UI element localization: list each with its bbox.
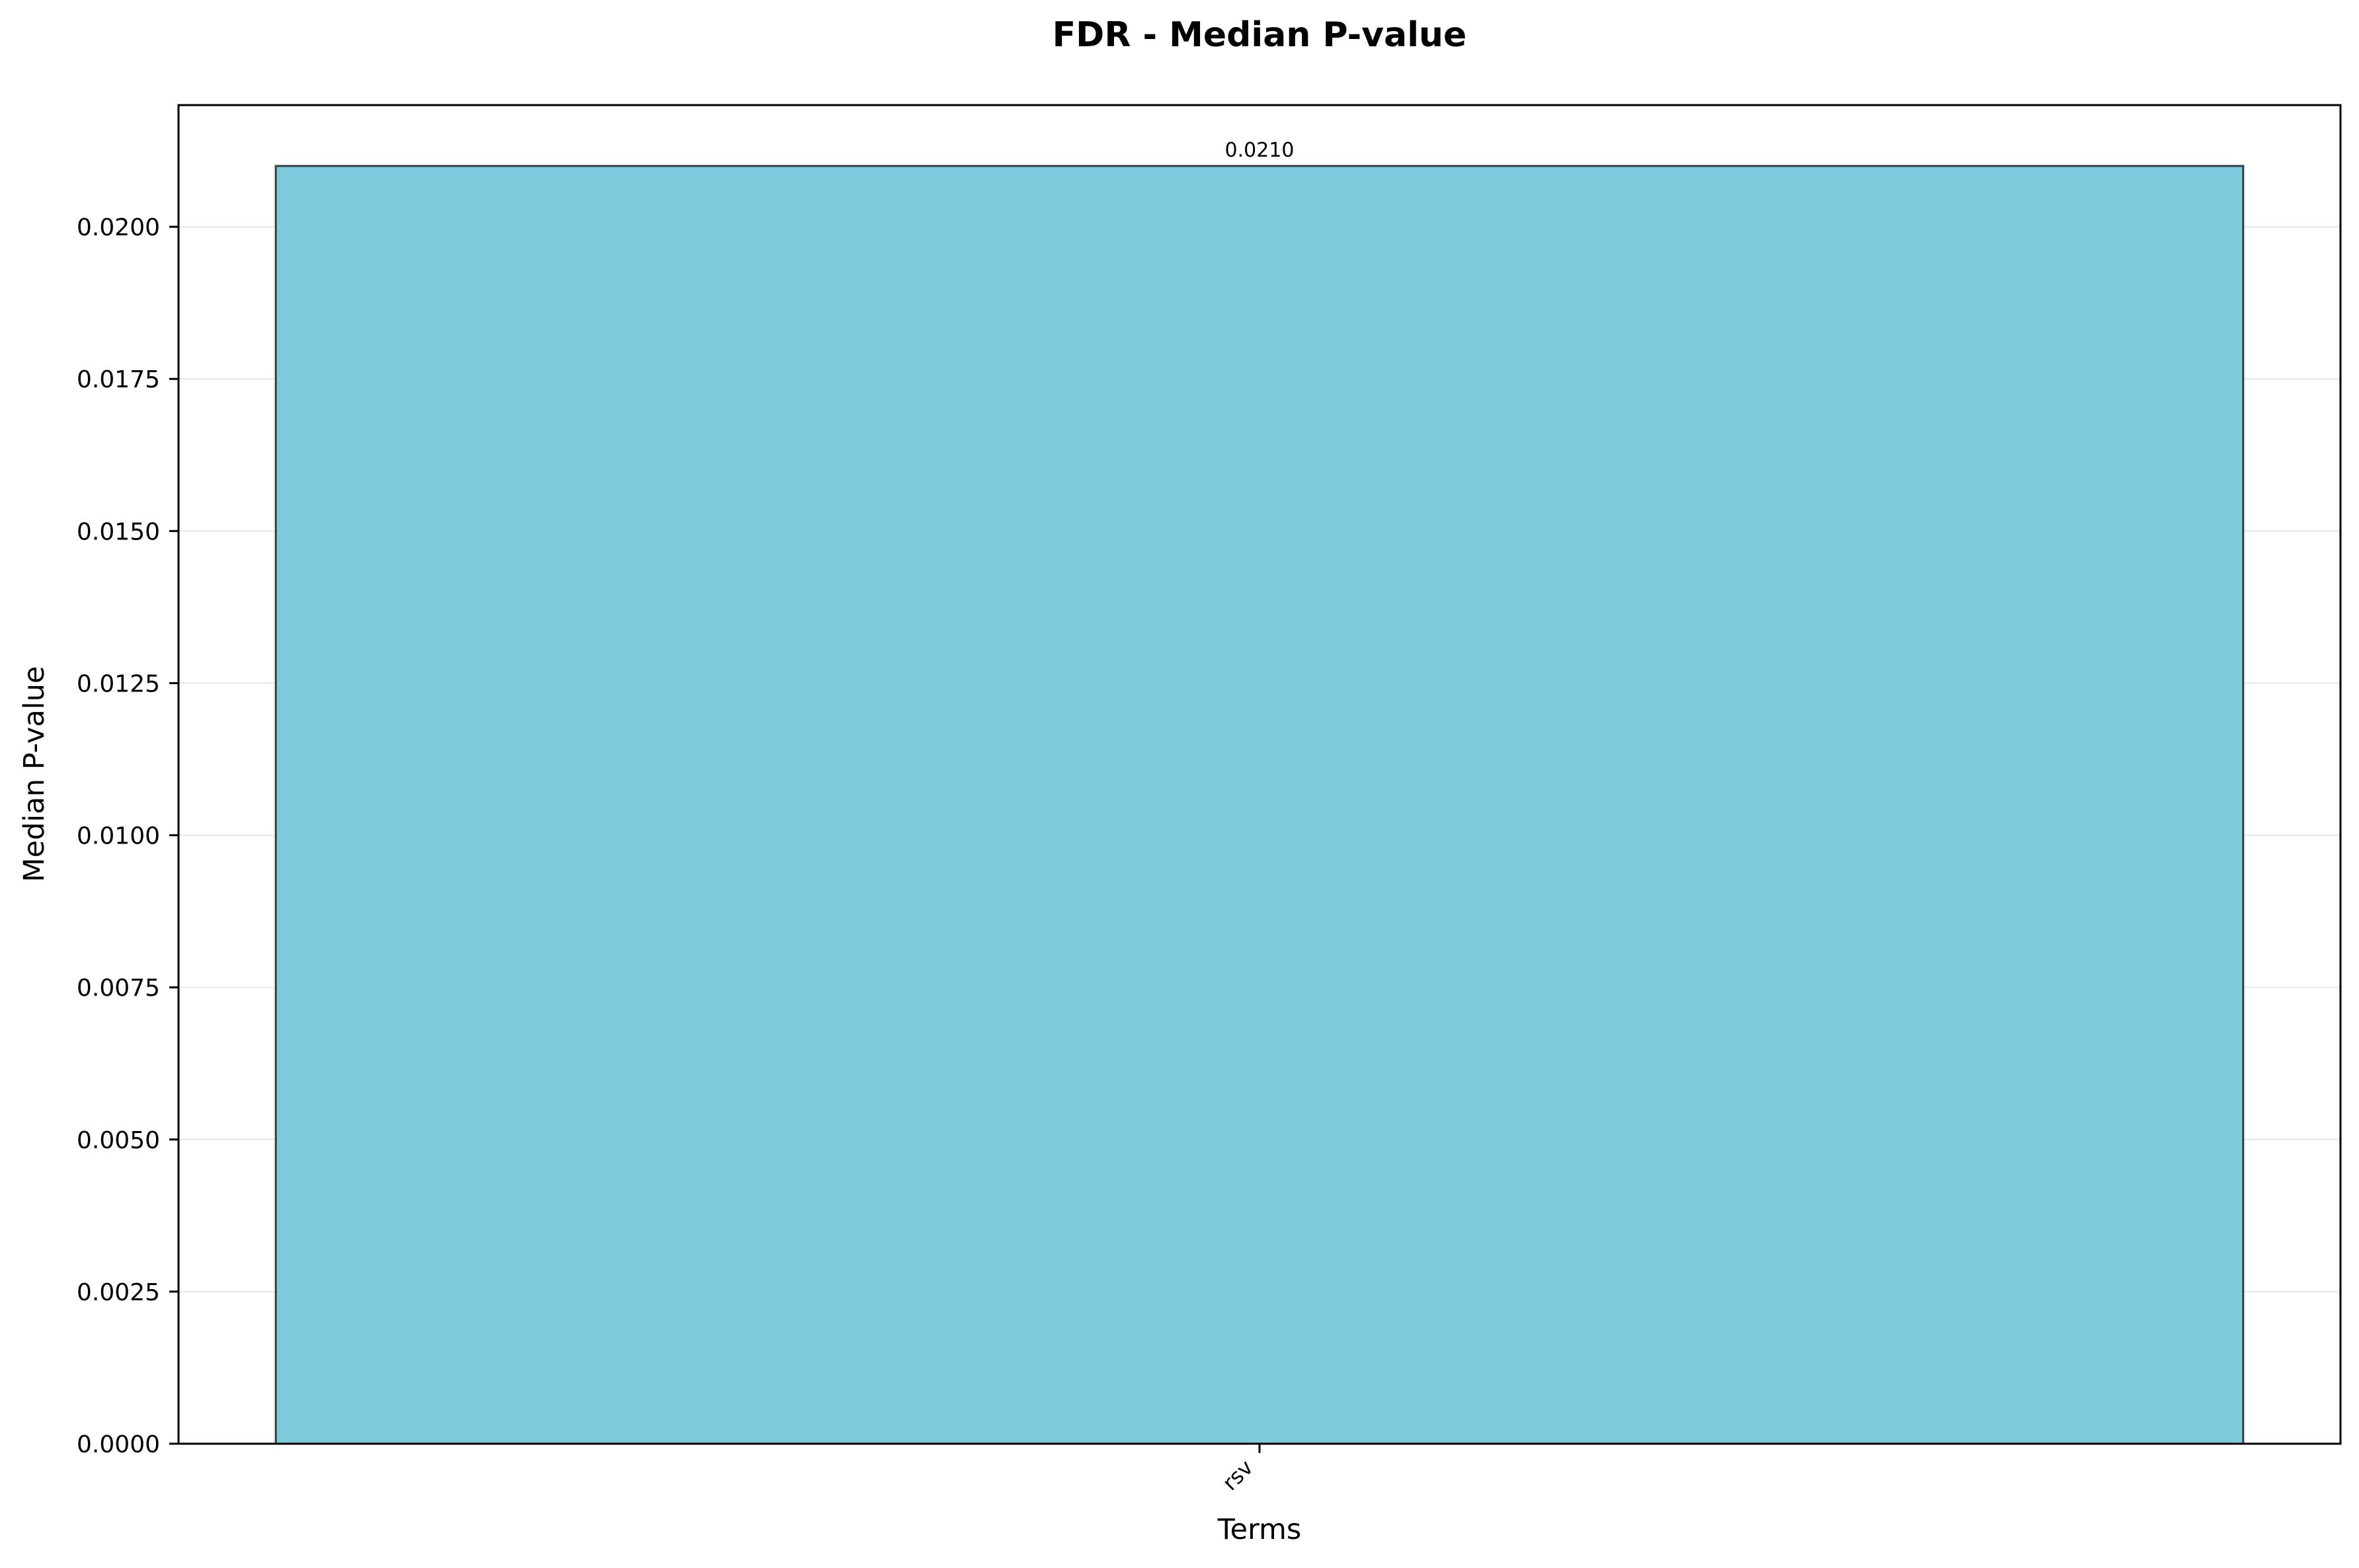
y-tick-label: 0.0125 [77,670,160,697]
y-tick-label: 0.0000 [77,1431,160,1458]
bar-chart: 0.0000 0.0025 0.0050 0.0075 0.0100 0.0125 0.01… [0,0,2359,1565]
bars [274,165,2245,1445]
bar-rsv [274,165,2245,1445]
y-axis-label: Median P-value [18,666,51,882]
data-labels: 0.0210 [1225,139,1295,162]
data-label-rsv: 0.0210 [1225,139,1295,162]
chart-container: 0.0000 0.0025 0.0050 0.0075 0.0100 0.0125 0.01… [0,0,2359,1565]
x-axis-label: Terms [1217,1513,1302,1546]
y-tick-label: 0.0175 [77,366,160,393]
y-tick-label: 0.0150 [77,518,160,545]
y-tick-label: 0.0050 [77,1127,160,1154]
y-tick-label: 0.0025 [77,1279,160,1306]
y-tick-label: 0.0200 [77,214,160,241]
chart-title: FDR - Median P-value [1053,15,1467,55]
y-tick-label: 0.0075 [77,975,160,1002]
y-tick-label: 0.0100 [77,823,160,850]
